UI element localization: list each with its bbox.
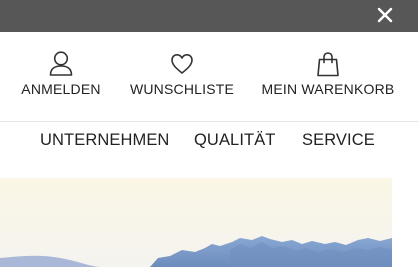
page: ANMELDEN WUNSCHLISTE MEIN WARENKORB UNTE… <box>0 0 418 267</box>
heart-icon <box>171 54 193 74</box>
nav-item-service[interactable]: SERVICE <box>302 131 375 153</box>
close-icon[interactable] <box>376 6 394 24</box>
cart-label: MEIN WARENKORB <box>261 81 395 97</box>
user-icon <box>49 51 73 76</box>
mountain-landscape-photo <box>0 178 392 267</box>
cart-button[interactable]: MEIN WARENKORB <box>258 50 398 97</box>
login-button[interactable]: ANMELDEN <box>19 50 103 97</box>
top-banner <box>0 0 418 32</box>
close-button[interactable] <box>376 6 394 24</box>
header-divider <box>0 121 418 122</box>
nav-item-qualitaet[interactable]: QUALITÄT <box>194 131 275 153</box>
hero-image <box>0 178 392 267</box>
login-label: ANMELDEN <box>21 81 101 97</box>
nav-item-unternehmen[interactable]: UNTERNEHMEN <box>40 131 169 153</box>
shopping-bag-icon <box>317 52 339 77</box>
wishlist-button[interactable]: WUNSCHLISTE <box>127 50 237 97</box>
wishlist-label: WUNSCHLISTE <box>129 81 235 97</box>
